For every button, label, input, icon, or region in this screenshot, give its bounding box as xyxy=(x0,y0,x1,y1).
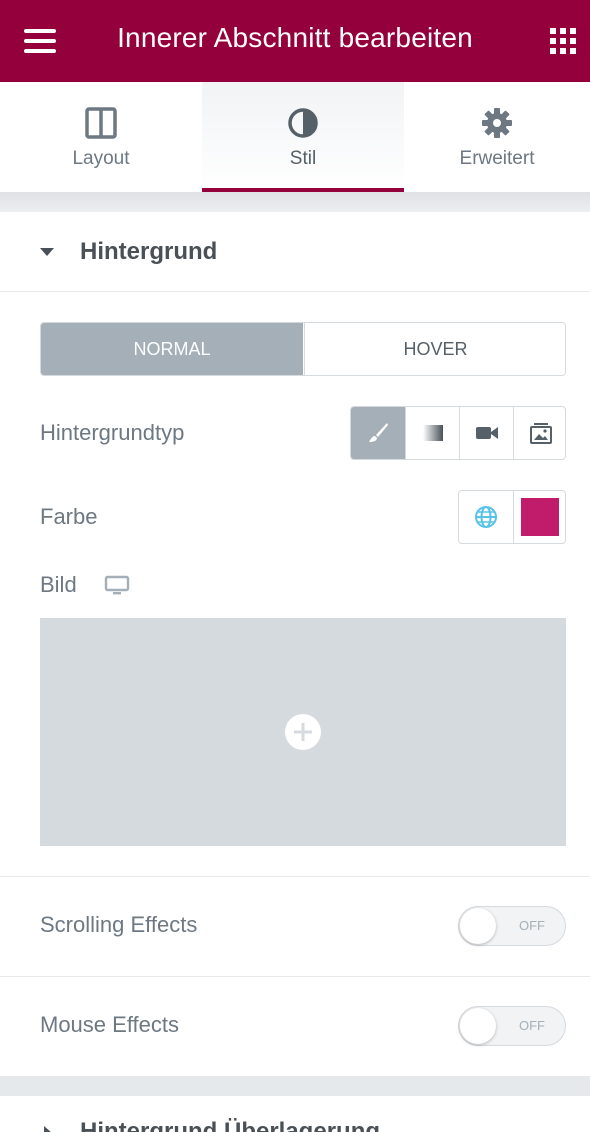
brush-icon xyxy=(369,423,388,442)
state-toggle: NORMAL HOVER xyxy=(40,322,566,376)
color-control xyxy=(458,490,566,544)
slideshow-type-button[interactable] xyxy=(513,407,565,459)
divider xyxy=(0,976,590,977)
monitor-icon[interactable] xyxy=(104,574,130,598)
tab-label: Layout xyxy=(72,148,130,169)
image-label: Bild xyxy=(40,572,77,597)
color-swatch xyxy=(521,498,559,536)
panel-title: Innerer Abschnitt bearbeiten xyxy=(117,22,473,53)
scrolling-effects-label: Scrolling Effects xyxy=(40,912,198,937)
half-circle-icon xyxy=(286,106,320,140)
slideshow-icon xyxy=(530,423,552,444)
separator-bar xyxy=(0,1076,590,1096)
top-bar: Innerer Abschnitt bearbeiten xyxy=(0,0,590,82)
grid-icon[interactable] xyxy=(548,26,578,56)
section-header-background[interactable]: Hintergrund xyxy=(0,212,590,292)
switch-state: OFF xyxy=(519,1018,545,1033)
tab-style[interactable]: Stil xyxy=(202,82,404,192)
columns-icon xyxy=(84,106,118,140)
section-header-background-overlay[interactable]: Hintergrund Überlagerung xyxy=(0,1096,590,1132)
color-picker-button[interactable] xyxy=(513,491,566,543)
background-type-label: Hintergrundtyp xyxy=(40,420,185,445)
switch-knob xyxy=(460,1008,496,1044)
mouse-effects-switch[interactable]: OFF xyxy=(458,1006,566,1046)
classic-type-button[interactable] xyxy=(351,407,405,459)
hover-tab[interactable]: HOVER xyxy=(304,323,565,375)
background-type-choices xyxy=(350,406,566,460)
switch-state: OFF xyxy=(519,918,545,933)
separator-bar xyxy=(0,192,590,212)
scrolling-effects-switch[interactable]: OFF xyxy=(458,906,566,946)
globe-icon xyxy=(475,506,497,528)
tab-layout[interactable]: Layout xyxy=(0,82,202,192)
normal-tab[interactable]: NORMAL xyxy=(41,323,303,375)
caret-right-icon xyxy=(44,1126,52,1132)
color-label: Farbe xyxy=(40,504,98,529)
plus-circle-icon xyxy=(285,714,321,750)
section-title: Hintergrund Überlagerung xyxy=(80,1118,381,1132)
switch-knob xyxy=(460,908,496,944)
panel-tabs: Layout Stil Erweitert xyxy=(0,82,590,192)
tab-label: Erweitert xyxy=(459,148,535,169)
video-icon xyxy=(476,427,498,439)
gradient-type-button[interactable] xyxy=(405,407,459,459)
caret-down-icon xyxy=(40,248,54,256)
gradient-icon xyxy=(423,425,443,441)
video-type-button[interactable] xyxy=(459,407,513,459)
tab-advanced[interactable]: Erweitert xyxy=(404,82,590,192)
mouse-effects-label: Mouse Effects xyxy=(40,1012,179,1037)
image-upload-area[interactable] xyxy=(40,618,566,846)
global-colors-button[interactable] xyxy=(459,491,513,543)
section-title: Hintergrund xyxy=(80,238,218,265)
gear-icon xyxy=(480,106,514,140)
tab-label: Stil xyxy=(289,148,317,169)
divider xyxy=(0,876,590,877)
